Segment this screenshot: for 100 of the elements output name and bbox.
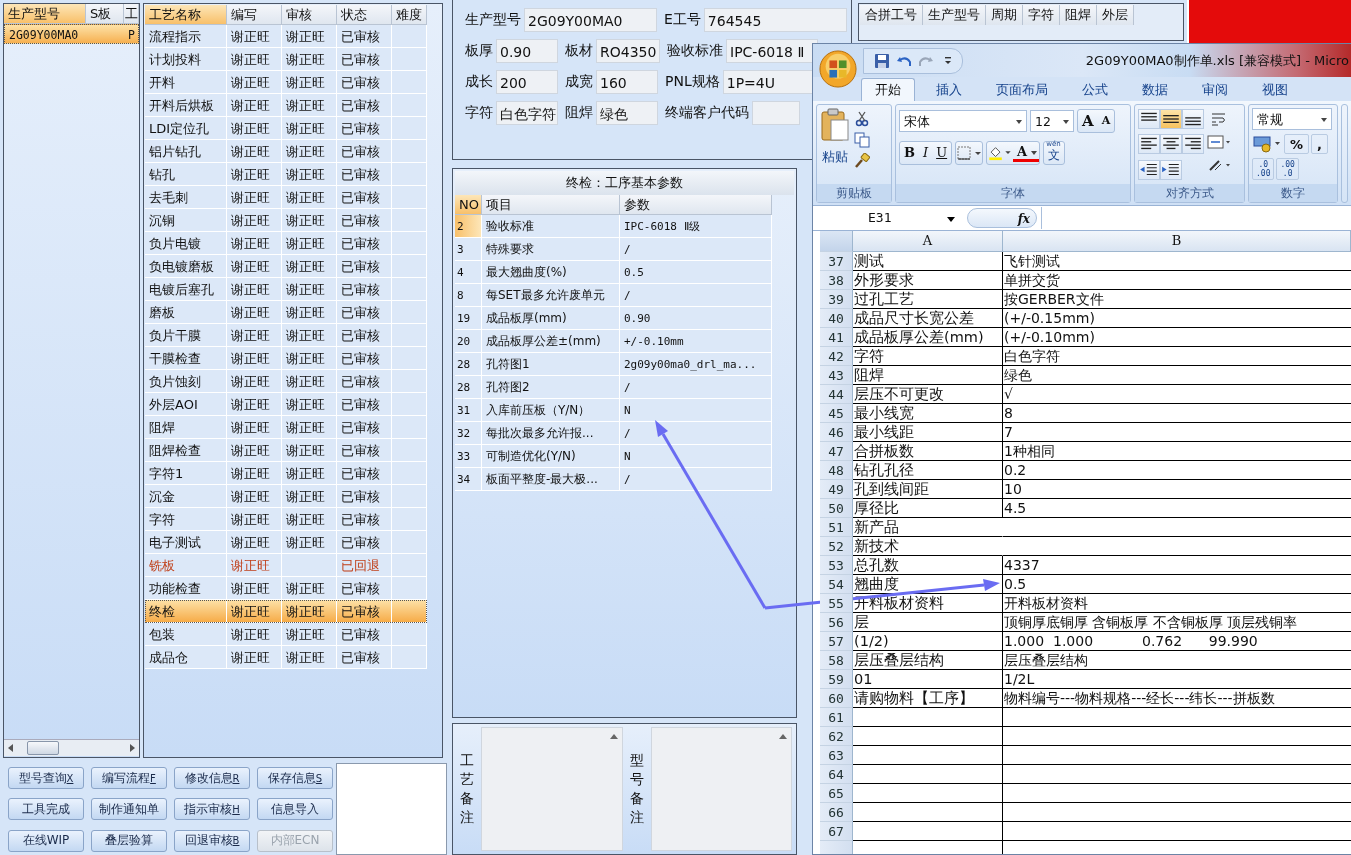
table-row[interactable]: 计划投料 谢正旺 谢正旺 已审核 (145, 48, 427, 71)
percent-button[interactable]: % (1284, 134, 1310, 154)
spreadsheet-cell[interactable]: 新技术 (853, 537, 1003, 556)
text-field[interactable]: 2G09Y00MA0 (524, 7, 657, 32)
ribbon-tab[interactable]: 页面布局 (983, 79, 1061, 101)
grow-font-button[interactable]: A (1078, 111, 1098, 131)
row-header[interactable]: 65 (820, 784, 853, 803)
align-button[interactable] (1160, 109, 1182, 129)
currency-icon[interactable] (1252, 135, 1282, 153)
table-row[interactable]: 去毛刺 谢正旺 谢正旺 已审核 (145, 186, 427, 209)
increase-decimal-button[interactable]: .0 .00 (1252, 158, 1275, 180)
table-row[interactable]: 包装 谢正旺 谢正旺 已审核 (145, 623, 427, 646)
ribbon-tab[interactable]: 数据 (1129, 79, 1181, 101)
decrease-indent-icon[interactable] (1138, 159, 1160, 180)
spreadsheet-cell[interactable] (853, 803, 1003, 822)
column-header[interactable]: 状态 (337, 5, 392, 25)
column-header[interactable]: 生产型号 (4, 4, 86, 24)
column-header[interactable]: 参数 (620, 195, 772, 215)
spreadsheet-cell[interactable]: 合拼板数 (853, 442, 1003, 461)
action-button[interactable]: 指示审核H (174, 798, 250, 821)
table-row[interactable]: 沉金 谢正旺 谢正旺 已审核 (145, 485, 427, 508)
table-row[interactable]: 流程指示 谢正旺 谢正旺 已审核 (145, 25, 427, 48)
row-header[interactable]: 61 (820, 708, 853, 727)
spreadsheet-cell[interactable]: 最小线距 (853, 423, 1003, 442)
row-header[interactable]: 40 (820, 309, 853, 328)
text-field[interactable]: 白色字符 (496, 100, 558, 125)
spreadsheet-cell[interactable]: (+/-0.15mm) (1003, 309, 1351, 328)
row-number[interactable]: 34 (455, 468, 482, 491)
font-size-field[interactable]: 12 (1030, 110, 1074, 132)
row-number[interactable]: 33 (455, 445, 482, 468)
spreadsheet-cell[interactable]: 层压叠层结构 (1003, 651, 1351, 670)
column-header[interactable]: 周期 (986, 5, 1023, 25)
row-header[interactable]: 51 (820, 518, 853, 537)
border-button[interactable] (956, 145, 983, 161)
align-button[interactable] (1182, 109, 1204, 129)
insert-function-button[interactable]: fx (967, 208, 1037, 228)
column-header[interactable]: B (1003, 231, 1351, 252)
horizontal-scrollbar[interactable] (4, 739, 139, 756)
table-row[interactable]: 电子测试 谢正旺 谢正旺 已审核 (145, 531, 427, 554)
table-row[interactable]: 功能检查 谢正旺 谢正旺 已审核 (145, 577, 427, 600)
spreadsheet-cell[interactable]: 外形要求 (853, 271, 1003, 290)
action-button[interactable]: 保存信息S (257, 767, 333, 789)
table-row[interactable]: 阻焊检查 谢正旺 谢正旺 已审核 (145, 439, 427, 462)
action-button[interactable]: 型号查询X (8, 767, 84, 789)
action-button[interactable]: 修改信息R (174, 767, 250, 789)
row-header[interactable]: 64 (820, 765, 853, 784)
action-button[interactable]: 信息导入 (257, 798, 333, 821)
ribbon-tab[interactable]: 插入 (923, 79, 975, 101)
spreadsheet-cell[interactable]: 新产品 (853, 518, 1003, 537)
column-header[interactable]: 字符 (1023, 5, 1060, 25)
row-header[interactable]: 47 (820, 442, 853, 461)
copy-icon[interactable] (854, 132, 870, 148)
orientation-icon[interactable] (1207, 157, 1231, 173)
row-header[interactable]: 44 (820, 385, 853, 404)
spreadsheet-cell[interactable]: 最小线宽 (853, 404, 1003, 423)
column-header[interactable]: 外层 (1097, 5, 1134, 25)
row-header[interactable]: 56 (820, 613, 853, 632)
row-header[interactable]: 37 (820, 252, 853, 271)
shrink-font-button[interactable]: A (1097, 111, 1115, 131)
row-number[interactable]: 32 (455, 422, 482, 445)
row-header[interactable]: 58 (820, 651, 853, 670)
column-header[interactable]: 工艺名称 (145, 5, 227, 25)
spreadsheet-cell[interactable]: 绿色 (1003, 366, 1351, 385)
row-number[interactable]: 28 (455, 376, 482, 399)
spreadsheet-cell[interactable]: (1/2) (853, 632, 1003, 651)
spreadsheet-cell[interactable]: 按GERBER文件 (1003, 290, 1351, 309)
row-header[interactable]: 38 (820, 271, 853, 290)
office-button[interactable] (819, 50, 857, 88)
table-row[interactable]: 铣板 谢正旺 已回退 (145, 554, 427, 577)
ribbon-tab[interactable]: 公式 (1069, 79, 1121, 101)
spreadsheet-cell[interactable]: 单拼交货 (1003, 271, 1351, 290)
spreadsheet-cell[interactable] (853, 746, 1003, 765)
column-header[interactable]: 合拼工号 (860, 5, 923, 25)
row-header[interactable]: 62 (820, 727, 853, 746)
row-header[interactable]: 45 (820, 404, 853, 423)
row-number[interactable]: 8 (455, 284, 482, 307)
ribbon-tab[interactable]: 开始 (861, 78, 915, 101)
spreadsheet-cell[interactable]: 物料编号---物料规格---经长---纬长---拼板数 (1003, 689, 1351, 708)
row-header[interactable]: 41 (820, 328, 853, 347)
table-row[interactable]: 开料 谢正旺 谢正旺 已审核 (145, 71, 427, 94)
font-name-field[interactable]: 宋体 (899, 110, 1027, 132)
spreadsheet-cell[interactable]: 厚径比 (853, 499, 1003, 518)
spreadsheet-cell[interactable]: 4.5 (1003, 499, 1351, 518)
merge-cells-icon[interactable] (1207, 134, 1231, 150)
column-header[interactable]: 阻焊 (1060, 5, 1097, 25)
table-row[interactable]: 负片干膜 谢正旺 谢正旺 已审核 (145, 324, 427, 347)
cut-icon[interactable] (854, 111, 870, 127)
row-header[interactable]: 67 (820, 822, 853, 841)
column-header[interactable]: 难度 (392, 5, 427, 25)
spreadsheet-cell[interactable]: 白色字符 (1003, 347, 1351, 366)
action-button[interactable]: 在线WIP (8, 829, 84, 852)
row-header[interactable]: 53 (820, 556, 853, 575)
spreadsheet-cell[interactable] (853, 765, 1003, 784)
row-number[interactable]: 2 (455, 215, 482, 238)
text-field[interactable]: 200 (496, 69, 558, 94)
increase-indent-icon[interactable] (1160, 159, 1182, 180)
table-row[interactable]: 成品仓 谢正旺 谢正旺 已审核 (145, 646, 427, 669)
paste-button[interactable]: 粘贴 (820, 108, 850, 181)
spreadsheet-cell[interactable]: 顶铜厚底铜厚 含铜板厚 不含铜板厚 顶层残铜率 (1003, 613, 1351, 632)
action-button[interactable]: 回退审核B (174, 829, 250, 852)
